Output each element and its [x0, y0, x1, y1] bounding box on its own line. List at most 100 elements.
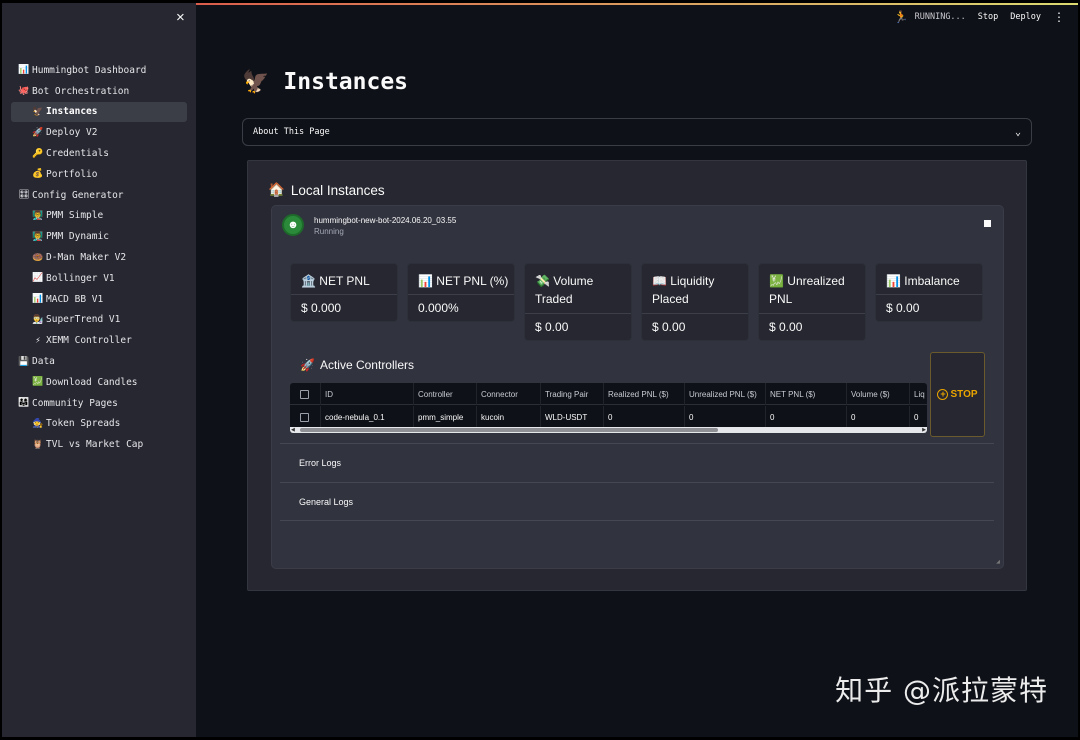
sidebar-item-label: PMM Dynamic — [46, 231, 109, 243]
bot-header: ☻ hummingbot-new-bot-2024.06.20_03.55 Ru… — [282, 214, 456, 236]
column-header[interactable]: Controller — [413, 383, 476, 405]
bar-chart-icon: 📊 — [418, 274, 433, 288]
row-checkbox-cell — [290, 406, 320, 428]
scroll-left-icon[interactable]: ◀ — [291, 427, 295, 433]
bot-avatar: ☻ — [282, 214, 304, 236]
sidebar-item-label: Bot Orchestration — [32, 85, 130, 97]
metric-divider — [876, 294, 982, 295]
sidebar-item-data[interactable]: 💾 Data — [11, 351, 187, 372]
stop-button-label: STOP — [950, 389, 978, 400]
local-instances-panel: 🏠 Local Instances ☻ hummingbot-new-bot-2… — [247, 160, 1027, 591]
resize-handle-icon[interactable]: ◢ — [996, 559, 1000, 565]
page-title-text: Instances — [283, 69, 409, 95]
column-header[interactable]: Volume ($) — [846, 383, 909, 405]
sidebar-item-xemm-controller[interactable]: ⚡ XEMM Controller — [11, 330, 187, 351]
sidebar-item-config-generator[interactable]: 🎛 Config Generator — [11, 185, 187, 206]
sidebar-item-hummingbot-dashboard[interactable]: 📊 Hummingbot Dashboard — [11, 60, 187, 81]
sidebar-item-community-pages[interactable]: 👨‍👩‍👧 Community Pages — [11, 393, 187, 414]
chart-up-icon: 💹 — [769, 274, 784, 288]
sidebar-item-bollinger-v1[interactable]: 📈 Bollinger V1 — [11, 268, 187, 289]
sidebar-item-label: TVL vs Market Cap — [46, 439, 144, 451]
teacher-icon: 👨‍🏫 — [32, 231, 44, 242]
column-header[interactable]: Trading Pair — [540, 383, 603, 405]
expander-label: About This Page — [253, 127, 330, 137]
sidebar-item-tvl-vs-market-cap[interactable]: 🦉 TVL vs Market Cap — [11, 434, 187, 455]
metric-imbalance: 📊 Imbalance $ 0.00 — [875, 263, 983, 322]
chart-up-icon: 💹 — [32, 377, 44, 388]
metric-value: $ 0.00 — [535, 320, 569, 334]
sidebar-item-instances[interactable]: 🦅 Instances — [11, 101, 187, 123]
table-cell: 0 — [603, 406, 684, 428]
floppy-disk-icon: 💾 — [18, 356, 30, 367]
scrollbar-thumb[interactable] — [300, 428, 718, 432]
sidebar-item-macd-bb-v1[interactable]: 📊 MACD BB V1 — [11, 289, 187, 310]
trend-chart-icon: 📈 — [32, 273, 44, 284]
table-cell: 0 — [846, 406, 909, 428]
metric-label: NET PNL (%) — [436, 274, 509, 288]
teacher-icon: 👨‍🏫 — [32, 210, 44, 221]
select-all-checkbox-cell — [290, 383, 320, 405]
table-cell: kucoin — [476, 406, 540, 428]
stop-controllers-button[interactable]: + STOP — [930, 352, 985, 437]
lightning-icon: ⚡ — [35, 335, 41, 346]
owl-icon: 🦉 — [32, 439, 44, 450]
column-header[interactable]: ID — [320, 383, 413, 405]
donut-icon: 🍩 — [32, 252, 44, 263]
bot-name: hummingbot-new-bot-2024.06.20_03.55 — [314, 215, 457, 225]
sidebar-item-token-spreads[interactable]: 🧙 Token Spreads — [11, 414, 187, 435]
active-controllers-title-text: Active Controllers — [319, 358, 414, 372]
sidebar-item-supertrend-v1[interactable]: 👨‍🔬 SuperTrend V1 — [11, 310, 187, 331]
scientist-icon: 👨‍🔬 — [32, 314, 44, 325]
close-icon[interactable]: × — [176, 9, 185, 26]
bot-face-icon: ☻ — [287, 219, 299, 231]
main-content: 🦅 Instances About This Page ⌄ 🏠 Local In… — [196, 3, 1078, 737]
sidebar-item-label: Hummingbot Dashboard — [32, 64, 147, 76]
wizard-icon: 🧙 — [32, 418, 44, 429]
sidebar-item-pmm-simple[interactable]: 👨‍🏫 PMM Simple — [11, 206, 187, 227]
sidebar-item-label: Deploy V2 — [46, 127, 98, 139]
scroll-right-icon[interactable]: ▶ — [922, 427, 926, 433]
sidebar-item-download-candles[interactable]: 💹 Download Candles — [11, 372, 187, 393]
control-knobs-icon: 🎛 — [18, 190, 30, 201]
column-header[interactable]: Liq — [909, 383, 927, 405]
sidebar-item-bot-orchestration[interactable]: 🐙 Bot Orchestration — [11, 81, 187, 102]
metric-divider — [408, 294, 514, 295]
sidebar-item-pmm-dynamic[interactable]: 👨‍🏫 PMM Dynamic — [11, 226, 187, 247]
sidebar-item-label: Token Spreads — [46, 418, 121, 430]
metric-net-pnl: 🏦 NET PNL $ 0.000 — [290, 263, 398, 322]
table-row[interactable]: code-nebula_0.1 pmm_simple kucoin WLD-US… — [290, 406, 927, 428]
sidebar-item-portfolio[interactable]: 💰 Portfolio — [11, 164, 187, 185]
stop-square-icon[interactable] — [984, 220, 991, 227]
column-header[interactable]: NET PNL ($) — [765, 383, 846, 405]
section-title: 🏠 Local Instances — [268, 182, 385, 198]
sidebar-item-label: Data — [32, 356, 55, 368]
column-header[interactable]: Unrealized PNL ($) — [684, 383, 765, 405]
sidebar-item-deploy-v2[interactable]: 🚀 Deploy V2 — [11, 122, 187, 143]
chevron-down-icon: ⌄ — [1014, 126, 1021, 138]
table-cell: WLD-USDT — [540, 406, 603, 428]
row-checkbox[interactable] — [300, 412, 309, 422]
error-logs-expander[interactable]: Error Logs — [280, 443, 994, 482]
sidebar-item-label: Download Candles — [46, 376, 138, 388]
table-header-row: ID Controller Connector Trading Pair Rea… — [290, 383, 927, 405]
about-page-expander[interactable]: About This Page ⌄ — [242, 118, 1032, 146]
table-cell: 0 — [684, 406, 765, 428]
key-icon: 🔑 — [32, 148, 44, 159]
sidebar-item-credentials[interactable]: 🔑 Credentials — [11, 143, 187, 164]
eagle-icon: 🦅 — [242, 69, 270, 95]
column-header[interactable]: Realized PNL ($) — [603, 383, 684, 405]
book-icon: 📖 — [652, 274, 667, 288]
general-logs-expander[interactable]: General Logs — [280, 482, 994, 521]
table-cell: 0 — [765, 406, 846, 428]
app-window: × 📊 Hummingbot Dashboard 🐙 Bot Orchestrati… — [2, 3, 1078, 737]
sidebar-item-d-man-maker-v2[interactable]: 🍩 D-Man Maker V2 — [11, 247, 187, 268]
section-title-text: Local Instances — [290, 182, 385, 198]
select-all-checkbox[interactable] — [300, 389, 309, 399]
column-header[interactable]: Connector — [476, 383, 540, 405]
metric-label: NET PNL — [319, 274, 370, 288]
horizontal-scrollbar[interactable]: ◀ ▶ — [290, 427, 927, 433]
house-icon: 🏠 — [268, 182, 285, 197]
metric-divider — [525, 313, 631, 314]
error-logs-label: Error Logs — [299, 458, 342, 468]
bar-chart-icon: 📊 — [886, 274, 901, 288]
